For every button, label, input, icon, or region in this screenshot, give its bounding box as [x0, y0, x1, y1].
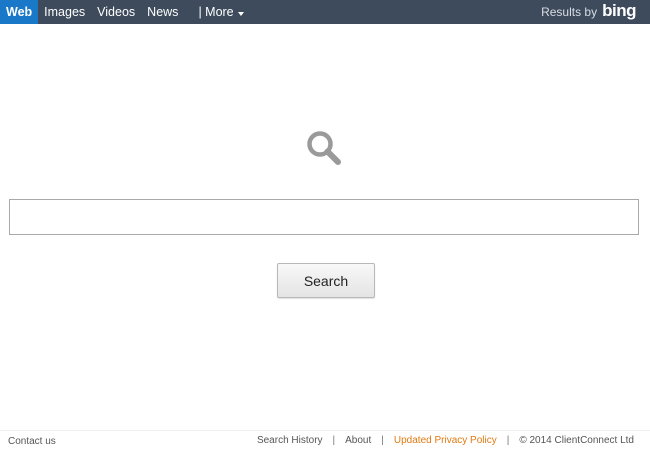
search-history-link[interactable]: Search History: [257, 435, 323, 446]
tab-news[interactable]: News: [141, 0, 184, 24]
footer: Contact us Search History | About | Upda…: [0, 430, 650, 450]
search-input[interactable]: [9, 199, 639, 235]
footer-separator: |: [332, 435, 336, 446]
results-by-label: Results by: [541, 5, 598, 19]
magnifier-icon: [307, 131, 341, 165]
more-menu-label: | More: [198, 5, 234, 19]
tab-web[interactable]: Web: [0, 0, 39, 24]
footer-links: Search History | About | Updated Privacy…: [257, 435, 634, 446]
search-button[interactable]: Search: [277, 263, 375, 298]
footer-separator: |: [381, 435, 384, 446]
footer-separator: |: [506, 435, 510, 446]
bing-logo: bing: [602, 1, 636, 20]
more-menu[interactable]: | More: [192, 0, 249, 24]
copyright-text: © 2014 ClientConnect Ltd: [519, 435, 634, 446]
tab-images[interactable]: Images: [38, 0, 91, 24]
results-by-bing: Results by bing: [541, 0, 636, 24]
about-link[interactable]: About: [345, 435, 371, 446]
caret-down-icon: [237, 11, 244, 16]
privacy-policy-link[interactable]: Updated Privacy Policy: [394, 435, 497, 446]
top-navigation-bar: Web Images Videos News | More Results by…: [0, 0, 650, 24]
tab-videos[interactable]: Videos: [91, 0, 141, 24]
contact-us-link[interactable]: Contact us: [8, 436, 56, 447]
